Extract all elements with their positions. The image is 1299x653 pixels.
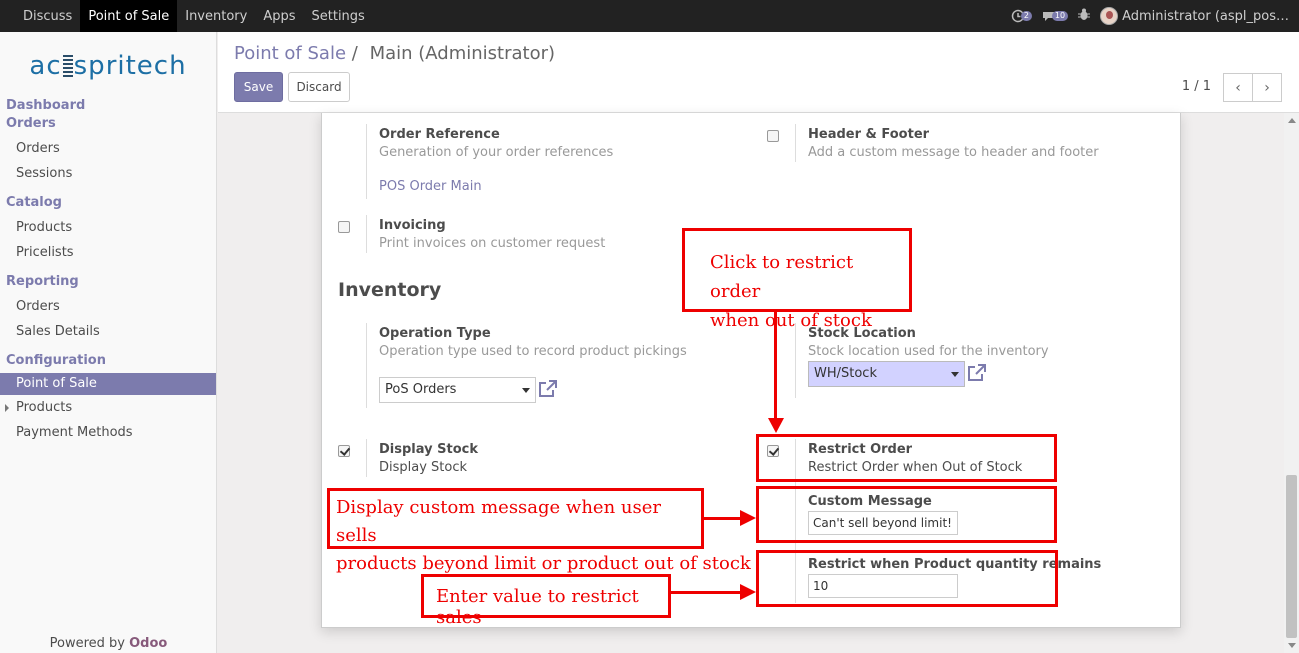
inventory-section-title: Inventory bbox=[338, 279, 442, 301]
breadcrumb-current: Main (Administrator) bbox=[369, 43, 556, 64]
sidebar-item-orders[interactable]: Orders bbox=[0, 136, 216, 161]
user-name[interactable]: Administrator (aspl_pos… bbox=[1122, 9, 1289, 24]
invoicing-help: Print invoices on customer request bbox=[379, 236, 606, 251]
menu-settings[interactable]: Settings bbox=[304, 0, 373, 32]
arrow-line bbox=[704, 517, 742, 520]
sidebar-item-pricelists[interactable]: Pricelists bbox=[0, 240, 216, 265]
breadcrumb: Point of Sale / Main (Administrator) bbox=[234, 43, 555, 64]
dropdown-arrow-icon bbox=[522, 388, 530, 393]
sidebar-item-reporting-orders[interactable]: Orders bbox=[0, 294, 216, 319]
sidebar-item-point-of-sale[interactable]: Point of Sale bbox=[0, 373, 216, 395]
scrollbar-thumb[interactable] bbox=[1286, 475, 1297, 638]
sidebar-item-sessions[interactable]: Sessions bbox=[0, 161, 216, 186]
restrict-order-highlight bbox=[756, 434, 1057, 482]
external-link-icon[interactable] bbox=[967, 364, 986, 386]
app-menu: Discuss Point of Sale Inventory Apps Set… bbox=[0, 0, 373, 32]
systray: 2 10 Administrator (aspl_pos… bbox=[1011, 0, 1289, 32]
caret-right-icon bbox=[5, 404, 9, 412]
invoicing-checkbox[interactable] bbox=[338, 221, 350, 233]
menu-point-of-sale[interactable]: Point of Sale bbox=[80, 0, 178, 32]
divider bbox=[366, 323, 367, 408]
powered-by: Powered by Odoo bbox=[0, 636, 217, 651]
chevron-right-icon: › bbox=[1264, 79, 1270, 96]
discard-button[interactable]: Discard bbox=[288, 72, 350, 102]
pager-value: 1 / 1 bbox=[1181, 79, 1211, 94]
restrict-qty-highlight bbox=[756, 550, 1058, 607]
debug-bug-icon[interactable] bbox=[1078, 8, 1091, 25]
header-footer-checkbox[interactable] bbox=[767, 130, 779, 142]
company-logo: ac spritech bbox=[29, 51, 187, 81]
display-stock-label: Display Stock bbox=[379, 442, 478, 457]
order-reference-label: Order Reference bbox=[379, 127, 500, 142]
divider bbox=[366, 124, 367, 199]
menu-apps[interactable]: Apps bbox=[255, 0, 303, 32]
arrow-right-icon bbox=[740, 584, 756, 600]
annotation-enter-value: Enter value to restrict sales bbox=[421, 574, 671, 628]
breadcrumb-point-of-sale[interactable]: Point of Sale bbox=[234, 43, 346, 64]
arrow-down-icon bbox=[768, 418, 784, 433]
sidebar-item-payment-methods[interactable]: Payment Methods bbox=[0, 420, 216, 445]
custom-message-highlight bbox=[756, 486, 1057, 543]
arrow-line bbox=[671, 591, 741, 594]
annotation-custom-message: Display custom message when user sells p… bbox=[327, 488, 751, 574]
arrow-line bbox=[774, 312, 777, 420]
operation-type-help: Operation type used to record product pi… bbox=[379, 344, 687, 359]
messages-icon[interactable]: 10 bbox=[1042, 10, 1069, 22]
top-navbar: Discuss Point of Sale Inventory Apps Set… bbox=[0, 0, 1299, 32]
pager-next-button[interactable]: › bbox=[1252, 73, 1282, 102]
odoo-link[interactable]: Odoo bbox=[129, 636, 167, 651]
sidebar-section-orders[interactable]: Orders bbox=[0, 115, 216, 133]
annotation-restrict-order: Click to restrict order when out of stoc… bbox=[682, 228, 912, 331]
sidebar-item-sales-details[interactable]: Sales Details bbox=[0, 319, 216, 344]
stock-location-help: Stock location used for the inventory bbox=[808, 344, 1049, 359]
operation-type-select[interactable]: PoS Orders bbox=[379, 377, 536, 403]
sidebar-item-conf-products[interactable]: Products bbox=[0, 395, 216, 420]
arrow-right-icon bbox=[740, 510, 756, 526]
operation-type-label: Operation Type bbox=[379, 326, 491, 341]
activity-count-badge: 2 bbox=[1020, 11, 1032, 21]
sidebar-item-products[interactable]: Products bbox=[0, 215, 216, 240]
sidebar-item-conf-products-label: Products bbox=[16, 400, 73, 415]
invoicing-label: Invoicing bbox=[379, 218, 446, 233]
sidebar-section-catalog[interactable]: Catalog bbox=[0, 194, 216, 212]
powered-by-text: Powered by bbox=[49, 636, 125, 651]
messages-count-badge: 10 bbox=[1051, 11, 1069, 21]
save-button[interactable]: Save bbox=[234, 72, 283, 102]
sidebar: ac spritech Dashboard Orders Orders Sessi… bbox=[0, 32, 217, 653]
divider bbox=[366, 215, 367, 253]
display-stock-checkbox[interactable] bbox=[338, 445, 350, 457]
stock-location-select[interactable]: WH/Stock bbox=[808, 361, 965, 387]
scroll-down-icon[interactable] bbox=[1288, 643, 1296, 648]
display-stock-help: Display Stock bbox=[379, 460, 468, 475]
control-panel: Point of Sale / Main (Administrator) Sav… bbox=[218, 32, 1299, 113]
annotation-restrict-order-line2: when out of stock bbox=[710, 310, 872, 331]
divider bbox=[366, 439, 367, 477]
chevron-left-icon: ‹ bbox=[1235, 79, 1241, 96]
stock-location-value: WH/Stock bbox=[814, 366, 877, 381]
menu-inventory[interactable]: Inventory bbox=[177, 0, 255, 32]
scrollbar[interactable] bbox=[1284, 113, 1299, 653]
menu-discuss[interactable]: Discuss bbox=[0, 0, 80, 32]
annotation-custom-message-line1: Display custom message when user sells bbox=[336, 497, 661, 546]
pager-previous-button[interactable]: ‹ bbox=[1223, 73, 1253, 102]
header-footer-label: Header & Footer bbox=[808, 127, 930, 142]
breadcrumb-separator: / bbox=[351, 43, 358, 64]
operation-type-value: PoS Orders bbox=[385, 382, 457, 397]
dropdown-arrow-icon bbox=[951, 372, 959, 377]
activity-clock-icon[interactable]: 2 bbox=[1011, 9, 1032, 23]
scroll-up-icon[interactable] bbox=[1288, 118, 1296, 123]
divider bbox=[795, 124, 796, 162]
pos-order-main-link[interactable]: POS Order Main bbox=[379, 179, 482, 194]
user-avatar[interactable] bbox=[1100, 7, 1119, 25]
header-footer-help: Add a custom message to header and foote… bbox=[808, 145, 1099, 160]
order-reference-help: Generation of your order references bbox=[379, 145, 614, 160]
sidebar-section-reporting[interactable]: Reporting bbox=[0, 273, 216, 291]
sidebar-section-configuration[interactable]: Configuration bbox=[0, 352, 216, 370]
sidebar-section-dashboard[interactable]: Dashboard bbox=[0, 97, 216, 115]
annotation-restrict-order-line1: Click to restrict order bbox=[710, 252, 854, 302]
external-link-icon[interactable] bbox=[538, 380, 557, 402]
